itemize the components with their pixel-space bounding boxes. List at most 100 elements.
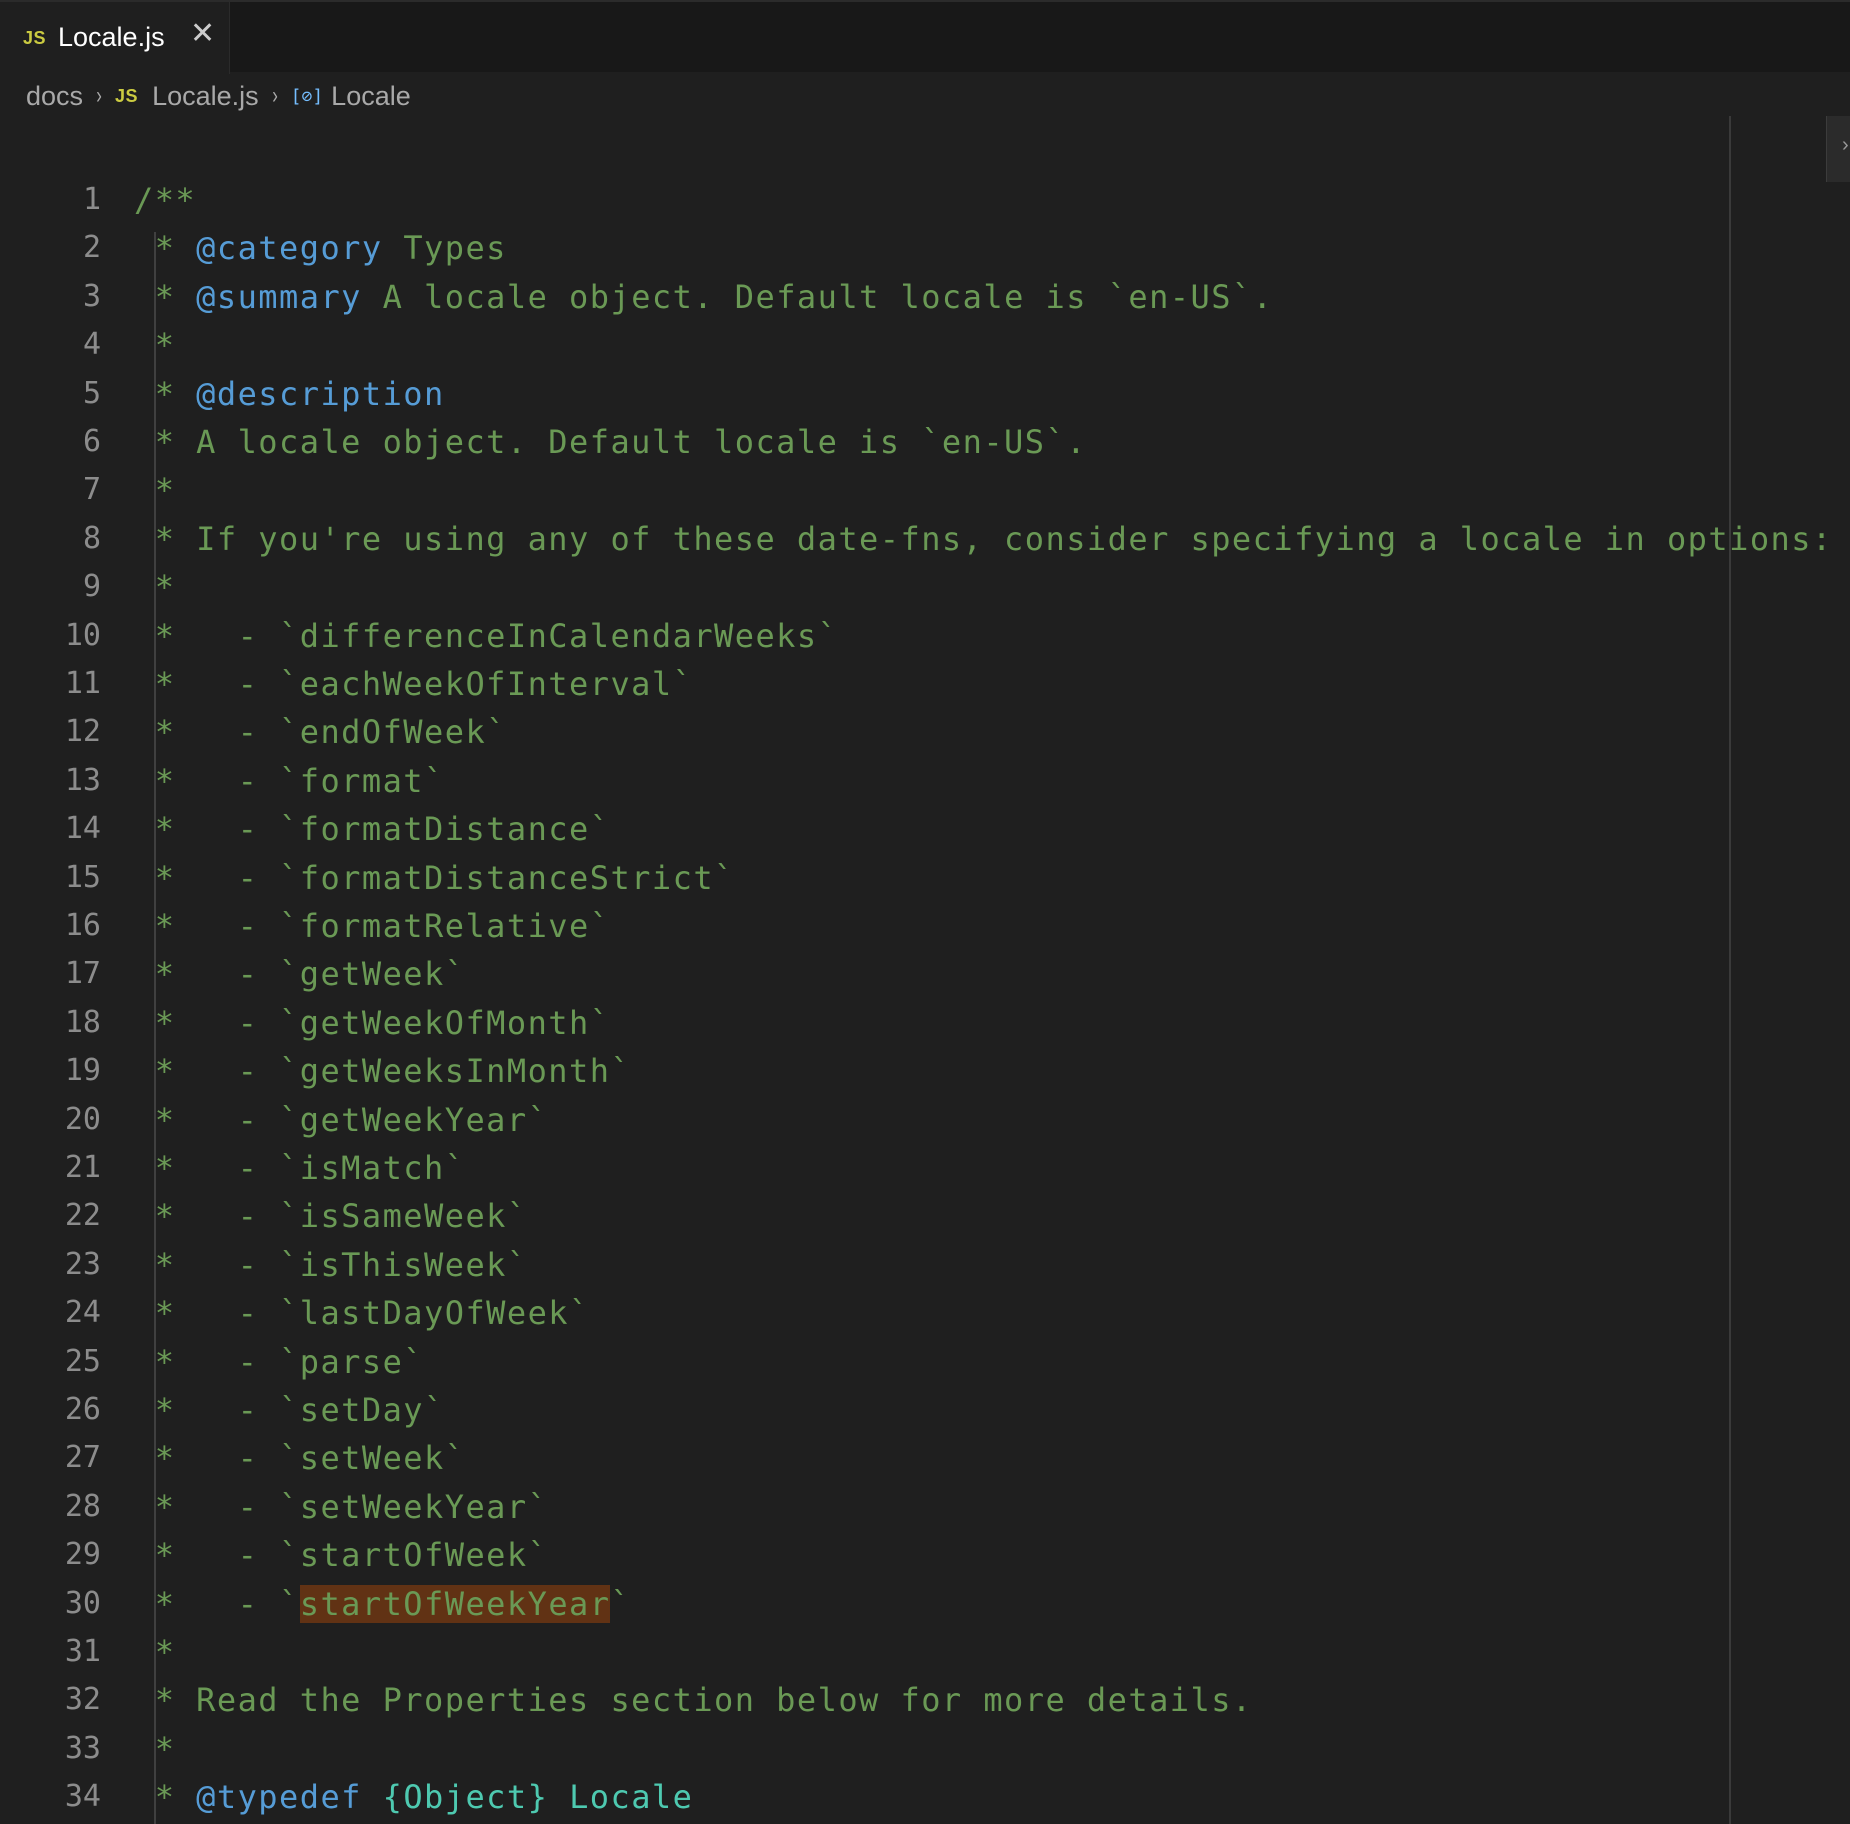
code-line[interactable]: 28 * - `setWeekYear` (0, 1483, 1850, 1531)
close-icon[interactable]: ✕ (190, 19, 215, 49)
code-line[interactable]: 20 * - `getWeekYear` (0, 1096, 1850, 1144)
code-text: * - `startOfWeek` (134, 1531, 548, 1579)
code-line[interactable]: 21 * - `isMatch` (0, 1144, 1850, 1192)
code-line[interactable]: 15 * - `formatDistanceStrict` (0, 854, 1850, 902)
line-number: 21 (64, 1150, 101, 1185)
line-number: 14 (64, 811, 101, 847)
code-token: Types (382, 229, 507, 268)
code-token: * - `startOfWeek` (134, 1536, 549, 1575)
code-text: * - `differenceInCalendarWeeks` (134, 612, 838, 660)
line-number: 13 (64, 762, 101, 798)
code-token: * - `isThisWeek` (134, 1245, 528, 1284)
line-number: 9 (82, 569, 101, 605)
code-token: * (134, 277, 197, 316)
code-line[interactable]: 29 * - `startOfWeek` (0, 1531, 1850, 1579)
code-token: * - `lastDayOfWeek` (134, 1294, 590, 1333)
code-line[interactable]: 2 * @category Types (0, 224, 1850, 272)
code-token: @description (196, 374, 445, 413)
code-token: * Read the Properties section below for … (134, 1681, 1253, 1720)
breadcrumb-folder-docs[interactable]: docs (26, 81, 83, 112)
line-number: 6 (82, 424, 101, 459)
code-line[interactable]: 24 * - `lastDayOfWeek` (0, 1289, 1850, 1337)
code-line[interactable]: 12 * - `endOfWeek` (0, 708, 1850, 756)
code-text: * @description (134, 370, 445, 418)
chevron-right-icon: › (271, 82, 278, 109)
code-text: * - `formatDistance` (134, 805, 610, 853)
code-text: * - `endOfWeek` (134, 708, 507, 756)
code-editor[interactable]: 1/** 2 * @category Types 3 * @summary A lo… (0, 176, 1850, 1824)
line-number: 27 (64, 1440, 101, 1476)
line-number: 24 (64, 1295, 101, 1331)
code-token: * (134, 1778, 197, 1817)
code-line[interactable]: 7 * (0, 466, 1850, 514)
chevron-right-icon: › (96, 82, 102, 109)
code-line[interactable]: 30 * - `startOfWeekYear` (0, 1580, 1850, 1628)
code-line[interactable]: 4 * (0, 321, 1850, 369)
minimap-toggle[interactable]: › (1826, 116, 1850, 182)
breadcrumb: docs › JS Locale.js › [⊘] Locale (26, 76, 411, 116)
code-token: * - `setDay` (134, 1391, 445, 1429)
javascript-file-icon: JS (23, 28, 47, 48)
code-text: * - `getWeeksInMonth` (134, 1047, 631, 1095)
code-line[interactable]: 10 * - `differenceInCalendarWeeks` (0, 612, 1850, 660)
code-text: * @summary A locale object. Default loca… (134, 273, 1273, 321)
breadcrumb-symbol[interactable]: Locale (331, 81, 411, 112)
code-text: * - `isMatch` (134, 1144, 465, 1192)
code-line[interactable]: 18 * - `getWeekOfMonth` (0, 999, 1850, 1047)
code-line[interactable]: 6 * A locale object. Default locale is `… (0, 418, 1850, 466)
code-line[interactable]: 8 * If you're using any of these date-fn… (0, 515, 1850, 563)
code-text: /** (134, 176, 196, 224)
code-line[interactable]: 9 * (0, 563, 1850, 611)
line-number: 23 (64, 1246, 101, 1282)
tab-title[interactable]: Locale.js (58, 22, 165, 53)
code-line[interactable]: 27 * - `setWeek` (0, 1434, 1850, 1482)
code-line[interactable]: 19 * - `getWeeksInMonth` (0, 1047, 1850, 1095)
code-token: * - `getWeekOfMonth` (134, 1003, 611, 1042)
javascript-file-icon: JS (115, 85, 139, 106)
code-line[interactable]: 23 * - `isThisWeek` (0, 1241, 1850, 1289)
code-text: * - `startOfWeekYear` (134, 1580, 631, 1628)
line-number: 28 (64, 1488, 101, 1524)
code-token: * - `formatDistance` (134, 810, 611, 849)
code-line[interactable]: 17 * - `getWeek` (0, 950, 1850, 998)
code-line[interactable]: 33 * (0, 1725, 1850, 1773)
code-text: * - `formatDistanceStrict` (134, 854, 735, 902)
code-token: * - `isMatch` (134, 1149, 466, 1187)
code-text: * - `setWeekYear` (134, 1483, 548, 1531)
code-token: Locale (569, 1778, 694, 1817)
code-token: * A locale object. Default locale is `en… (134, 423, 1087, 461)
line-number: 8 (82, 520, 101, 556)
search-highlight: startOfWeekYear (299, 1584, 611, 1623)
editor-tab-locale-js[interactable]: JS Locale.js ✕ (0, 2, 230, 74)
code-line[interactable]: 11 * - `eachWeekOfInterval` (0, 660, 1850, 708)
code-line[interactable]: 32 * Read the Properties section below f… (0, 1676, 1850, 1724)
code-text: * A locale object. Default locale is `en… (134, 418, 1087, 466)
code-line[interactable]: 3 * @summary A locale object. Default lo… (0, 273, 1850, 321)
code-line[interactable]: 34 * @typedef {Object} Locale (0, 1773, 1850, 1821)
breadcrumb-file[interactable]: Locale.js (152, 81, 259, 112)
code-text: * @category Types (134, 224, 507, 272)
symbol-variable-icon: [⊘] (290, 85, 324, 107)
code-line[interactable]: 14 * - `formatDistance` (0, 805, 1850, 853)
code-token: * If you're using any of these date-fns,… (134, 519, 1833, 558)
code-text: * Read the Properties section below for … (134, 1676, 1253, 1724)
code-token: * (134, 229, 197, 268)
code-line[interactable]: 26 * - `setDay` (0, 1386, 1850, 1434)
line-number: 20 (64, 1101, 101, 1137)
code-line[interactable]: 25 * - `parse` (0, 1338, 1850, 1386)
code-token: A locale object. Default locale is `en-U… (361, 277, 1274, 316)
code-line[interactable]: 22 * - `isSameWeek` (0, 1192, 1850, 1240)
line-number: 5 (82, 375, 101, 411)
code-line[interactable]: 31 * (0, 1628, 1850, 1676)
code-text: * - `getWeek` (134, 950, 465, 998)
line-number: 25 (64, 1343, 101, 1379)
line-number: 7 (82, 472, 101, 508)
code-token: * - `getWeek` (134, 955, 466, 994)
code-line[interactable]: 5 * @description (0, 370, 1850, 418)
code-line[interactable]: 13 * - `format` (0, 757, 1850, 805)
code-line[interactable]: 1 /** (0, 176, 1850, 224)
code-token: * - `format` (134, 761, 445, 800)
line-number: 22 (64, 1198, 101, 1234)
code-line[interactable]: 16 * - `formatRelative` (0, 902, 1850, 950)
